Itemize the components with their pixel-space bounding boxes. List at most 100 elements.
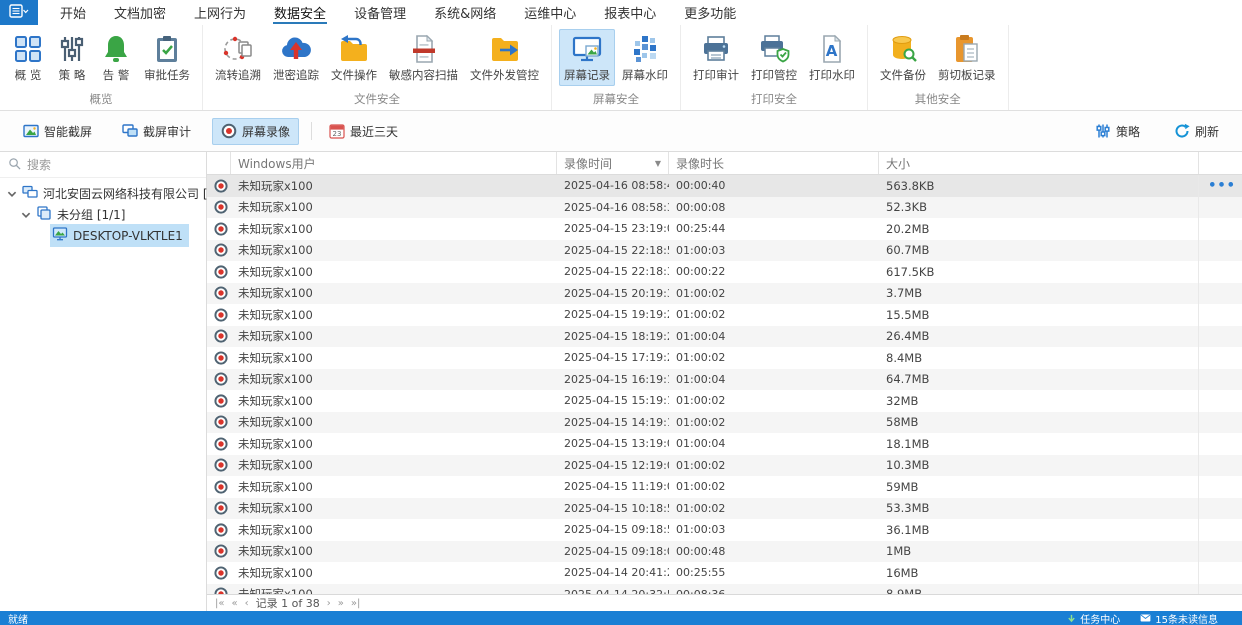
file-ops-button[interactable]: 文件操作: [326, 29, 382, 86]
approval-tasks-button[interactable]: 审批任务: [139, 29, 195, 86]
menu-item-more[interactable]: 更多功能: [670, 0, 750, 25]
first-page-button[interactable]: |«: [215, 598, 225, 609]
unread-messages-button[interactable]: 15条未读信息: [1140, 611, 1218, 625]
filter-dropdown-icon[interactable]: ▼: [641, 159, 661, 168]
cell-record-time: 2025-04-15 09:18:06: [564, 544, 669, 558]
clipboard-record-button[interactable]: 剪切板记录: [933, 29, 1001, 86]
chevron-down-icon[interactable]: [20, 209, 32, 221]
record-dot-icon: [207, 308, 231, 322]
chevron-down-icon[interactable]: [6, 188, 18, 200]
tree-item-ungrouped[interactable]: 未分组 [1/1]: [0, 204, 206, 225]
cell-duration: 00:25:55: [676, 566, 726, 580]
table-row[interactable]: 未知玩家x100 2025-04-15 16:19:16 01:00:04 64…: [207, 368, 1242, 390]
cell-size: 32MB: [879, 390, 1199, 412]
menu-item-start[interactable]: 开始: [46, 0, 100, 25]
alert-label: 告 警: [102, 68, 130, 82]
table-row[interactable]: 未知玩家x100 2025-04-15 19:19:28 01:00:02 15…: [207, 304, 1242, 326]
policy-button[interactable]: 策 略: [51, 29, 93, 86]
policy-toolbar-label: 策略: [1115, 124, 1140, 139]
record-dot-icon: [207, 200, 231, 214]
menu-item-doc-encrypt[interactable]: 文档加密: [100, 0, 180, 25]
menu-item-ops-center[interactable]: 运维中心: [510, 0, 590, 25]
table-row[interactable]: 未知玩家x100 2025-04-15 20:19:31 01:00:02 3.…: [207, 282, 1242, 304]
task-center-button[interactable]: 任务中心: [1067, 611, 1120, 625]
print-control-button[interactable]: 打印管控: [746, 29, 802, 86]
cell-size: 563.8KB: [879, 175, 1199, 197]
cell-duration: 01:00:02: [676, 308, 726, 322]
table-row[interactable]: 未知玩家x100 2025-04-14 20:32:50 00:08:36 8.…: [207, 583, 1242, 594]
tree-item-desktop[interactable]: DESKTOP-VLKTLE1: [0, 224, 206, 247]
table-row[interactable]: 未知玩家x100 2025-04-15 18:19:24 01:00:04 26…: [207, 325, 1242, 347]
table-row[interactable]: 未知玩家x100 2025-04-16 08:58:41 00:00:40 56…: [207, 175, 1242, 197]
table-row[interactable]: 未知玩家x100 2025-04-15 10:18:58 01:00:02 53…: [207, 497, 1242, 519]
table-row[interactable]: 未知玩家x100 2025-04-15 23:19:01 00:25:44 20…: [207, 218, 1242, 240]
table-row[interactable]: 未知玩家x100 2025-04-15 17:19:22 01:00:02 8.…: [207, 347, 1242, 369]
cell-windows-user: 未知玩家x100: [238, 200, 313, 215]
screen-record-button[interactable]: 屏幕记录: [559, 29, 615, 86]
last-page-button[interactable]: »|: [351, 598, 361, 609]
table-row[interactable]: 未知玩家x100 2025-04-15 14:19:11 01:00:02 58…: [207, 411, 1242, 433]
screenshot-audit-button[interactable]: 截屏审计: [113, 118, 200, 145]
file-backup-button[interactable]: 文件备份: [875, 29, 931, 86]
menu-item-report-center[interactable]: 报表中心: [590, 0, 670, 25]
policy-sliders-small-icon: [1095, 123, 1111, 139]
record-dot-icon: [207, 394, 231, 408]
refresh-button[interactable]: 刷新: [1165, 118, 1228, 145]
screen-recording-button[interactable]: 屏幕录像: [212, 117, 300, 145]
prev-page-button[interactable]: ‹: [245, 598, 249, 609]
header-windows-user[interactable]: Windows用户: [231, 152, 557, 174]
outgoing-control-button[interactable]: 文件外发管控: [465, 29, 544, 86]
table-row[interactable]: 未知玩家x100 2025-04-16 08:58:32 00:00:08 52…: [207, 196, 1242, 218]
app-menu-button[interactable]: [0, 0, 38, 25]
smart-screenshot-button[interactable]: 智能截屏: [14, 118, 101, 145]
next-page-button[interactable]: ›: [327, 598, 331, 609]
header-duration[interactable]: 录像时长: [669, 152, 879, 174]
menu-item-system-network[interactable]: 系统&网络: [420, 0, 510, 25]
header-record-time[interactable]: 录像时间 ▼: [557, 152, 669, 174]
overview-button[interactable]: 概 览: [7, 29, 49, 86]
ribbon-group-label-screen-security: 屏幕安全: [593, 92, 639, 106]
tree-item-company[interactable]: 河北安固云网络科技有限公司 [1/1]: [0, 183, 232, 204]
cell-duration: 01:00:03: [676, 523, 726, 537]
cell-duration: 01:00:04: [676, 437, 726, 451]
table-row[interactable]: 未知玩家x100 2025-04-15 22:18:33 00:00:22 61…: [207, 261, 1242, 283]
recent-3days-button[interactable]: 23 最近三天: [320, 118, 407, 145]
content: 搜索 河北安固云网络科技有限公司 [1/1] 未分组 [1/1] DESKTOP…: [0, 151, 1242, 611]
menu-item-web-behavior[interactable]: 上网行为: [180, 0, 260, 25]
fast-next-button[interactable]: »: [338, 598, 344, 609]
table-row[interactable]: 未知玩家x100 2025-04-15 22:18:57 01:00:03 60…: [207, 239, 1242, 261]
menu-item-device-mgmt[interactable]: 设备管理: [340, 0, 420, 25]
table-row[interactable]: 未知玩家x100 2025-04-15 09:18:06 00:00:48 1M…: [207, 540, 1242, 562]
cell-windows-user: 未知玩家x100: [238, 264, 313, 279]
table-row[interactable]: 未知玩家x100 2025-04-15 12:19:03 01:00:02 10…: [207, 454, 1242, 476]
row-more-button[interactable]: •••: [1208, 178, 1236, 193]
print-audit-button[interactable]: 打印审计: [688, 29, 744, 86]
sensitive-scan-button[interactable]: 敏感内容扫描: [384, 29, 463, 86]
policy-toolbar-button[interactable]: 策略: [1086, 118, 1149, 145]
table-row[interactable]: 未知玩家x100 2025-04-15 09:18:55 01:00:03 36…: [207, 519, 1242, 541]
flow-trace-button[interactable]: 流转追溯: [210, 29, 266, 86]
cell-windows-user: 未知玩家x100: [238, 479, 313, 494]
header-size[interactable]: 大小: [879, 152, 1199, 174]
tree-company-label: 河北安固云网络科技有限公司 [1/1]: [43, 187, 232, 201]
alert-button[interactable]: 告 警: [95, 29, 137, 86]
screen-watermark-button[interactable]: 屏幕水印: [617, 29, 673, 86]
table-row[interactable]: 未知玩家x100 2025-04-14 20:41:27 00:25:55 16…: [207, 562, 1242, 584]
fast-prev-button[interactable]: «: [232, 598, 238, 609]
table-row[interactable]: 未知玩家x100 2025-04-15 11:19:01 01:00:02 59…: [207, 476, 1242, 498]
subtoolbar-right: 策略 刷新: [1086, 118, 1228, 145]
table-row[interactable]: 未知玩家x100 2025-04-15 13:19:06 01:00:04 18…: [207, 433, 1242, 455]
cell-duration: 01:00:03: [676, 243, 726, 257]
search-input[interactable]: 搜索: [0, 152, 206, 178]
print-watermark-button[interactable]: A 打印水印: [804, 29, 860, 86]
sidebar: 搜索 河北安固云网络科技有限公司 [1/1] 未分组 [1/1] DESKTOP…: [0, 152, 232, 611]
cell-windows-user: 未知玩家x100: [238, 178, 313, 193]
leak-cloud-icon: [280, 33, 312, 65]
menu-item-data-security[interactable]: 数据安全: [260, 0, 340, 25]
record-dot-icon: [207, 480, 231, 494]
leak-trace-button[interactable]: 泄密追踪: [268, 29, 324, 86]
menu-items: 开始 文档加密 上网行为 数据安全 设备管理 系统&网络 运维中心 报表中心 更…: [46, 0, 750, 25]
table-row[interactable]: 未知玩家x100 2025-04-15 15:19:14 01:00:02 32…: [207, 390, 1242, 412]
cell-duration: 01:00:02: [676, 286, 726, 300]
record-count-label: 记录 1 of 38: [255, 597, 320, 610]
